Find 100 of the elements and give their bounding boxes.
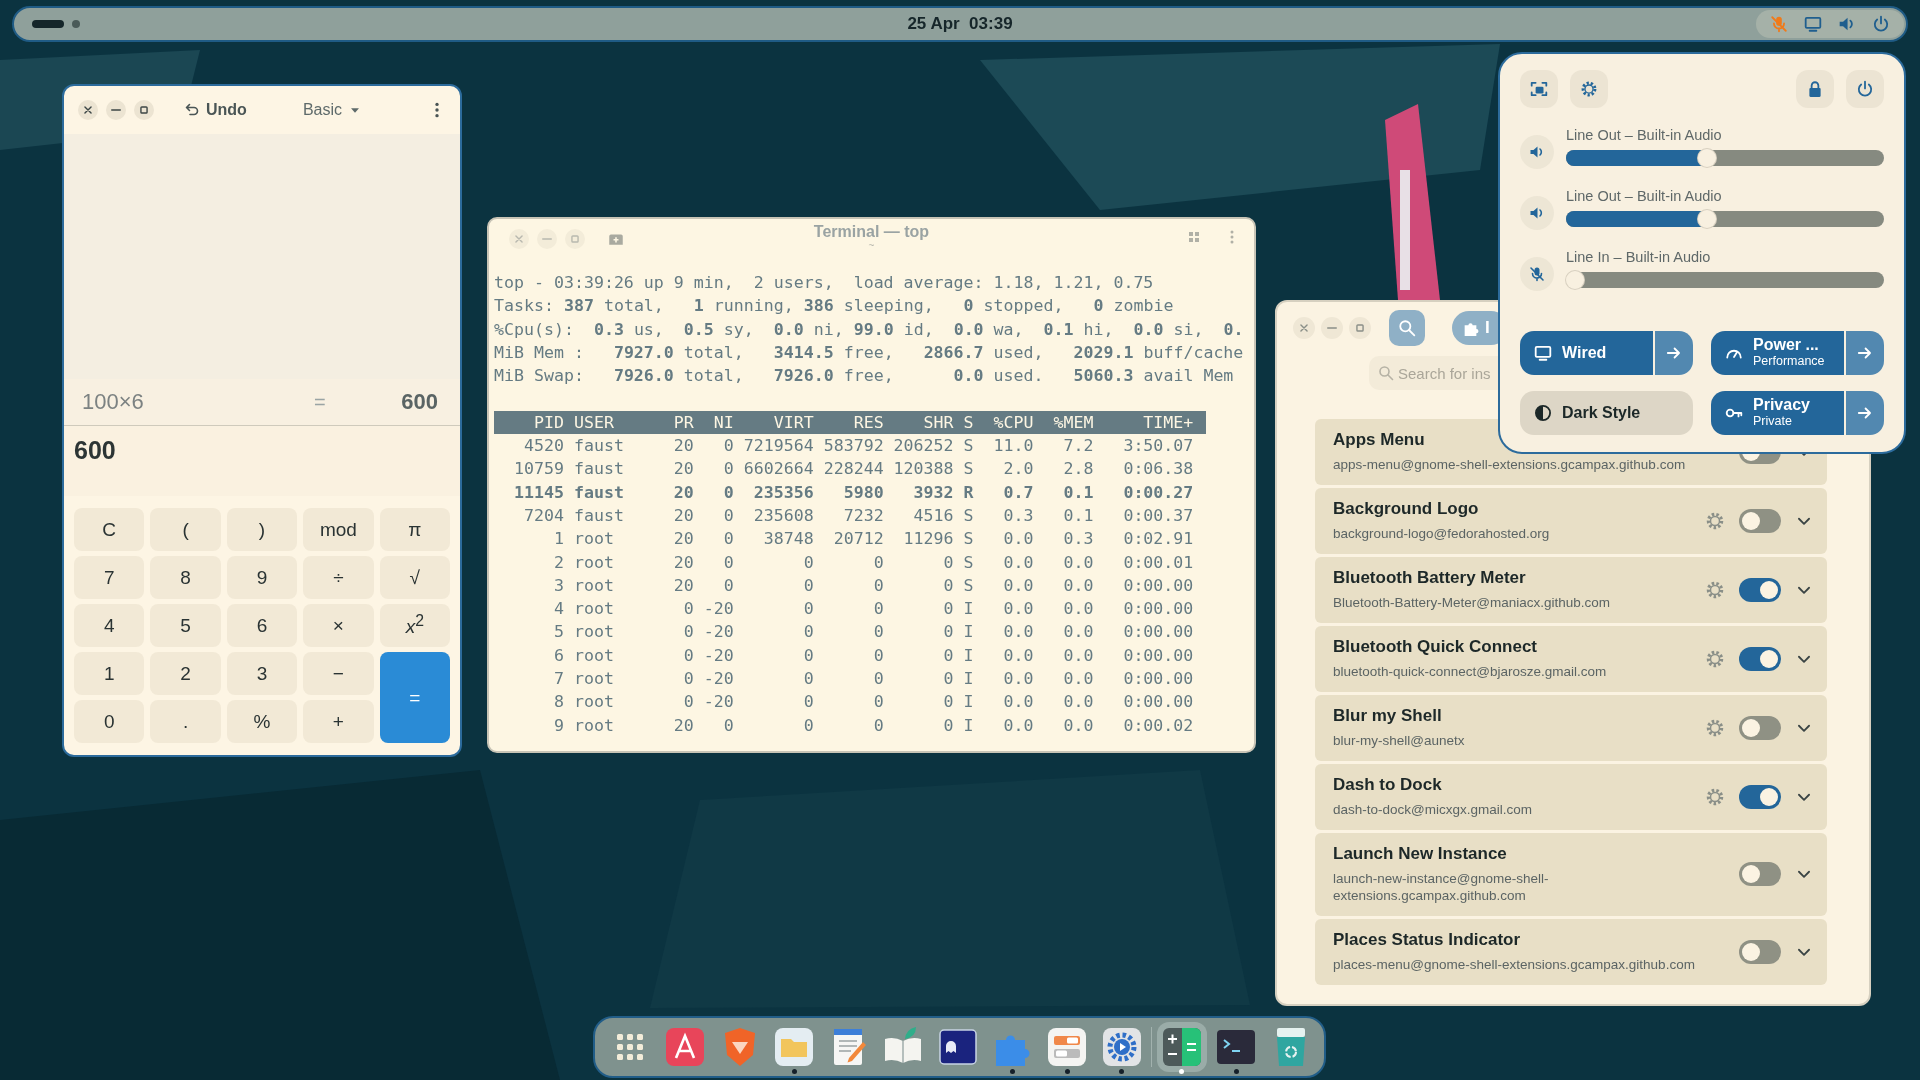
volume-slider[interactable] (1566, 211, 1884, 227)
extension-id: dash-to-dock@micxgx.gmail.com (1333, 801, 1533, 818)
calculator-key[interactable]: − (303, 652, 374, 695)
terminal-line: Tasks: 387 total, 1 running, 386 sleeping, 0 stopped, 0 zombie (494, 295, 1174, 318)
calculator-key[interactable]: 2 (150, 652, 221, 695)
process-row-text: 9 root 20 0 0 0 0 I 0.0 0.0 0:00.02 (552, 714, 1194, 737)
extension-id: blur-my-shell@aunetx (1333, 732, 1466, 749)
settings-icon[interactable] (1705, 648, 1725, 669)
calculator-key[interactable]: ) (226, 508, 298, 551)
submenu-button[interactable] (1846, 331, 1884, 375)
calculator-key[interactable]: √ (379, 556, 450, 599)
lock-icon (1806, 80, 1824, 98)
mute-button[interactable] (1520, 135, 1554, 169)
power-icon (1872, 15, 1890, 33)
workspace-indicator[interactable] (32, 20, 64, 28)
history-row[interactable]: 100×6 = 600 (64, 379, 460, 426)
calculator-key[interactable]: 9 (226, 556, 298, 599)
extension-name: Dash to Dock (1333, 775, 1443, 795)
maximize-button[interactable] (1349, 317, 1371, 339)
extension-name: Apps Menu (1333, 430, 1426, 450)
settings-icon[interactable] (1705, 579, 1725, 600)
minimize-button[interactable] (1321, 317, 1343, 339)
slider-thumb[interactable] (1698, 210, 1716, 228)
search-icon (1378, 365, 1394, 381)
calculator-key[interactable]: 7 (74, 556, 145, 599)
extension-name: Bluetooth Battery Meter (1333, 568, 1527, 588)
calculator-key[interactable]: ( (150, 508, 221, 551)
toggle-switch[interactable] (1739, 715, 1781, 740)
workspace-indicator[interactable] (72, 20, 80, 28)
volume-slider[interactable] (1566, 150, 1884, 166)
quick-toggle[interactable]: Wired (1520, 331, 1653, 375)
slider-label: Line Out – Built-in Audio (1566, 187, 1723, 205)
settings-button[interactable] (1570, 70, 1608, 108)
volume-slider[interactable] (1566, 272, 1884, 288)
calculator-key[interactable]: + (303, 700, 374, 743)
calculator-key[interactable]: 6 (226, 604, 298, 647)
mode-dropdown[interactable]: Basic (296, 100, 368, 120)
toggle-switch[interactable] (1739, 939, 1781, 964)
calculator-key[interactable]: C (74, 508, 145, 551)
search-button[interactable] (1389, 310, 1425, 346)
submenu-button[interactable] (1655, 331, 1693, 375)
calculator-icon[interactable] (1156, 1022, 1207, 1072)
calculator-key[interactable]: mod (303, 508, 374, 551)
calculator-key[interactable]: . (150, 700, 221, 743)
search-icon (1398, 319, 1416, 337)
calculator-key[interactable]: 1 (74, 652, 145, 695)
process-row-text: 8 root 0 -20 0 0 0 I 0.0 0.0 0:00.00 (552, 691, 1194, 714)
toggle-switch[interactable] (1739, 577, 1781, 602)
calculator-key[interactable]: π (379, 508, 450, 551)
speaker-icon (1529, 205, 1545, 221)
mute-button[interactable] (1520, 257, 1554, 291)
settings-icon[interactable] (1705, 510, 1725, 531)
calculator-key[interactable]: x$^{2}$ (379, 604, 450, 647)
tabs-overview-icon[interactable] (1186, 229, 1202, 245)
lock-button[interactable] (1796, 70, 1834, 108)
toggle-switch[interactable] (1739, 508, 1781, 533)
power-button[interactable] (1846, 70, 1884, 108)
toggle-switch[interactable] (1739, 784, 1781, 809)
process-row-text: 11145 faust 20 0 235356 5980 3932 R 0.7 0.1 0:00.27 (512, 481, 1194, 504)
undo-button[interactable]: Undo (178, 100, 253, 120)
history-result: 600 (400, 389, 438, 415)
toggle-switch[interactable] (1739, 646, 1781, 671)
slider-thumb[interactable] (1698, 149, 1716, 167)
speaker-icon (1529, 144, 1545, 160)
display-value: 600 (64, 426, 460, 496)
status-area[interactable] (1756, 10, 1904, 38)
window-title: Terminal — top (813, 223, 930, 241)
slider-thumb[interactable] (1566, 271, 1584, 289)
undo-icon (184, 102, 200, 118)
calculator-key[interactable]: 0 (74, 700, 145, 743)
expression: 100×6 (82, 389, 145, 415)
calculator-key[interactable]: 5 (150, 604, 221, 647)
mute-button[interactable] (1520, 196, 1554, 230)
process-row-text: 4520 faust 20 0 7219564 583792 206252 S 11.0 7.2 3:50.07 (522, 435, 1194, 458)
clock[interactable]: 25 Apr 03:39 (907, 14, 1013, 34)
calculator-key[interactable]: × (303, 604, 374, 647)
calculator-key[interactable]: 3 (226, 652, 298, 695)
extension-name: Launch New Instance (1333, 844, 1508, 864)
extension-name: Places Status Indicator (1333, 930, 1522, 950)
equals-key[interactable]: = (379, 652, 450, 743)
quick-toggle[interactable]: Dark Style (1520, 391, 1693, 435)
settings-icon[interactable] (1705, 717, 1725, 738)
close-button[interactable] (78, 100, 98, 120)
toggle-switch[interactable] (1739, 862, 1781, 886)
minimize-button[interactable] (106, 100, 126, 120)
maximize-button[interactable] (134, 100, 154, 120)
extension-name: Background Logo (1333, 499, 1480, 519)
calculator-key[interactable]: 4 (74, 604, 145, 647)
maximize-icon (137, 103, 151, 117)
process-row-text: 3 root 20 0 0 0 0 S 0.0 0.0 0:00.00 (552, 574, 1194, 597)
quick-toggle[interactable]: Power ... Performance (1711, 331, 1844, 375)
calculator-key[interactable]: ÷ (303, 556, 374, 599)
settings-icon (1580, 80, 1598, 98)
screenshot-button[interactable] (1520, 70, 1558, 108)
settings-icon[interactable] (1705, 786, 1725, 807)
calculator-key[interactable]: 8 (150, 556, 221, 599)
quick-toggle[interactable]: Privacy Private (1711, 391, 1844, 435)
close-icon (81, 103, 95, 117)
submenu-button[interactable] (1846, 391, 1884, 435)
calculator-key[interactable]: % (226, 700, 298, 743)
